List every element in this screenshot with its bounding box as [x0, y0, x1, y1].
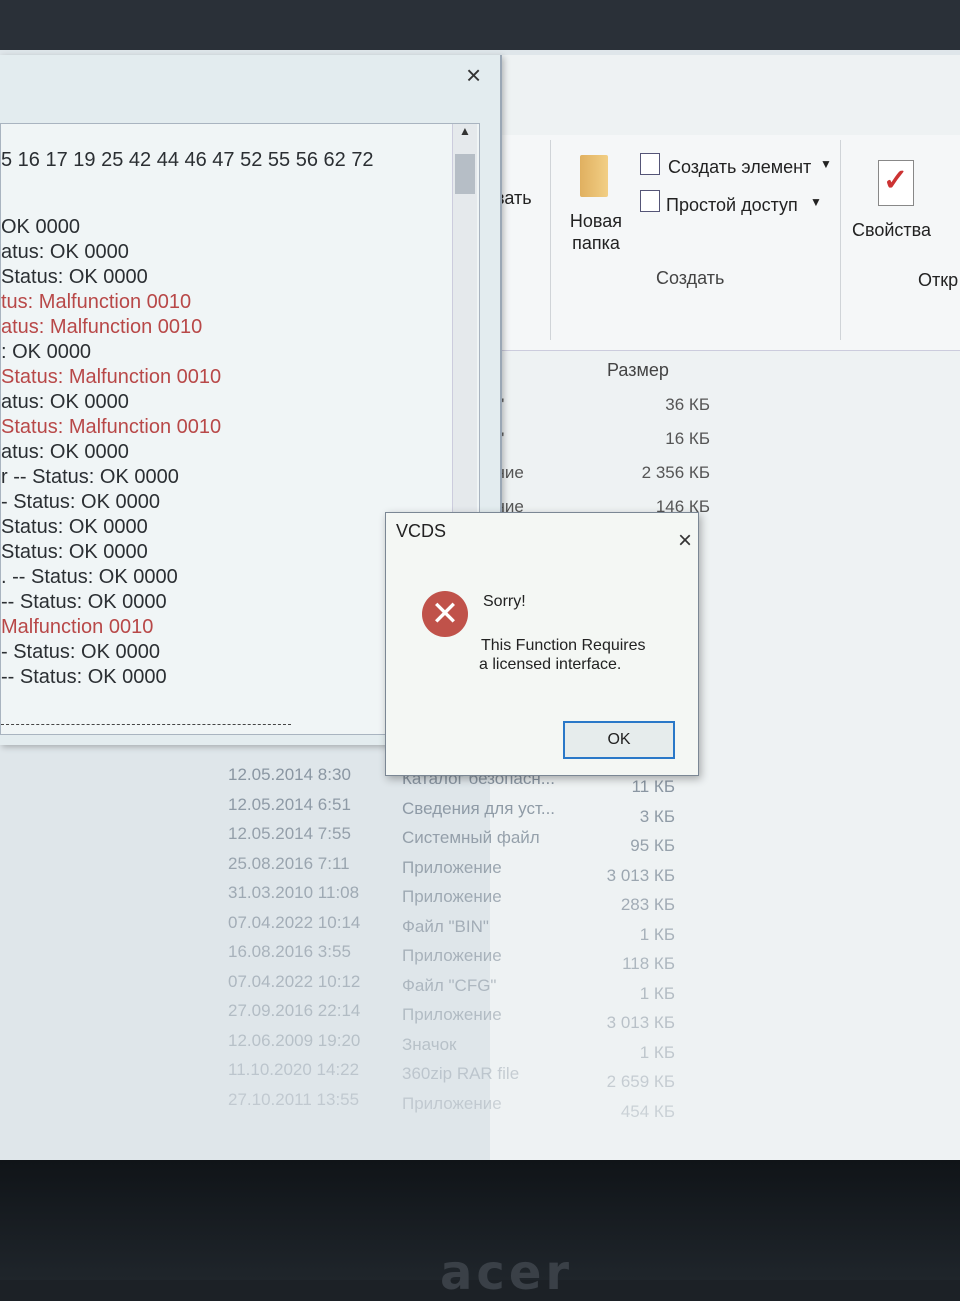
result-line: atus: OK 0000: [1, 441, 129, 463]
file-size: 16 КБ: [665, 429, 710, 448]
result-line: Malfunction 0010: [1, 616, 154, 638]
easy-access-button[interactable]: Простой доступ: [666, 195, 798, 216]
column-header-size[interactable]: Размер: [607, 360, 669, 381]
file-type: Файл "BIN": [402, 916, 489, 936]
file-size: 2 356 КБ: [641, 463, 710, 482]
file-type: Приложение: [402, 946, 502, 965]
scrollbar-thumb[interactable]: [455, 154, 475, 194]
file-date: 07.04.2022 10:14: [228, 912, 361, 932]
divider: [550, 140, 551, 340]
file-date: 16.08.2016 3:55: [228, 942, 351, 961]
result-line: Status: OK 0000: [1, 266, 148, 288]
result-line: Status: OK 0000: [1, 541, 148, 563]
file-date: 25.08.2016 7:11: [228, 853, 350, 873]
address-line: 5 16 17 19 25 42 44 46 47 52 55 56 62 72: [1, 149, 374, 171]
close-icon[interactable]: ×: [466, 60, 481, 91]
result-line: OK 0000: [1, 216, 80, 238]
dialog-message-line2: a licensed interface.: [479, 656, 622, 673]
screen: вать Новая папка Создать элемент ▼ Прост…: [0, 0, 960, 1165]
file-date: 12.06.2009 19:20: [228, 1030, 361, 1050]
file-date: 12.05.2014 7:55: [228, 824, 351, 843]
file-date: 27.10.2011 13:55: [228, 1089, 360, 1109]
properties-button[interactable]: Свойства: [852, 220, 931, 241]
file-date: 12.05.2014 8:30: [228, 765, 351, 784]
file-type: Значок: [402, 1034, 457, 1054]
file-date: 11.10.2020 14:22: [228, 1060, 360, 1079]
ok-button[interactable]: OK: [563, 721, 675, 759]
result-line: -- Status: OK 0000: [1, 666, 167, 688]
file-type: Приложение: [402, 1093, 502, 1113]
result-line: atus: Malfunction 0010: [1, 316, 203, 338]
file-type: 360zip RAR file: [402, 1064, 520, 1083]
ribbon: вать Новая папка Создать элемент ▼ Прост…: [490, 135, 960, 351]
result-line: . -- Status: OK 0000: [1, 566, 178, 588]
new-folder-button[interactable]: Новая папка: [566, 210, 626, 254]
file-type: Приложение: [402, 887, 502, 906]
file-type: Системный файл: [402, 828, 540, 847]
dialog-title: VCDS: [396, 521, 447, 541]
result-line: - Status: OK 0000: [1, 641, 160, 663]
file-size: 95 КБ: [630, 836, 675, 855]
file-size: 3 013 КБ: [606, 865, 675, 885]
chevron-down-icon[interactable]: ▼: [810, 195, 822, 209]
result-line: tus: Malfunction 0010: [1, 291, 192, 313]
result-line: Status: Malfunction 0010: [1, 366, 222, 388]
result-line: atus: OK 0000: [1, 391, 129, 413]
divider: [840, 140, 841, 340]
create-item-button[interactable]: Создать элемент: [668, 157, 811, 178]
file-date: 31.03.2010 11:08: [228, 883, 360, 902]
result-line: r -- Status: OK 0000: [1, 466, 179, 488]
error-icon: ✕: [422, 591, 468, 637]
file-date: 12.05.2014 6:51: [228, 794, 351, 814]
dialog-heading: Sorry!: [483, 593, 526, 610]
ribbon-group-create: Создать: [656, 268, 725, 288]
result-line: : OK 0000: [1, 341, 92, 363]
file-size: 1 КБ: [639, 983, 675, 1003]
file-size: 3 013 КБ: [606, 1013, 675, 1032]
new-item-icon: [640, 153, 660, 175]
file-size: 454 КБ: [620, 1101, 675, 1121]
result-line: -- Status: OK 0000: [1, 591, 167, 613]
file-size: 1 КБ: [639, 1042, 675, 1062]
close-icon[interactable]: ×: [678, 527, 692, 555]
file-size: 36 КБ: [665, 395, 710, 414]
open-group-label: Откр: [918, 270, 959, 290]
file-date: 27.09.2016 22:14: [228, 1001, 361, 1020]
file-size: 2 659 КБ: [606, 1072, 675, 1091]
dialog-message-line1: This Function Requires: [481, 637, 646, 654]
file-size: 1 КБ: [639, 924, 675, 944]
chevron-down-icon[interactable]: ▼: [820, 157, 832, 171]
file-type: Приложение: [402, 857, 502, 877]
result-line: Status: Malfunction 0010: [1, 416, 222, 438]
file-size: 11 КБ: [631, 777, 675, 796]
result-line: atus: OK 0000: [1, 241, 129, 263]
file-type: Приложение: [402, 1005, 502, 1024]
file-size: 283 КБ: [620, 895, 675, 914]
divider: [1, 724, 291, 725]
file-size: 118 КБ: [622, 954, 675, 973]
properties-icon: [878, 160, 914, 206]
error-dialog: VCDS × ✕ Sorry! This Function Requires a…: [385, 512, 699, 776]
easy-access-icon: [640, 190, 660, 212]
scroll-up-icon[interactable]: ▲: [453, 124, 477, 138]
result-line: - Status: OK 0000: [1, 491, 160, 513]
file-date: 07.04.2022 10:12: [228, 971, 361, 991]
acer-logo: acer: [440, 1245, 574, 1301]
file-size: 3 КБ: [639, 806, 675, 826]
result-line: Status: OK 0000: [1, 516, 148, 538]
file-type: Сведения для уст...: [402, 798, 556, 818]
file-type: Файл "CFG": [402, 975, 497, 995]
folder-icon: [580, 155, 608, 197]
